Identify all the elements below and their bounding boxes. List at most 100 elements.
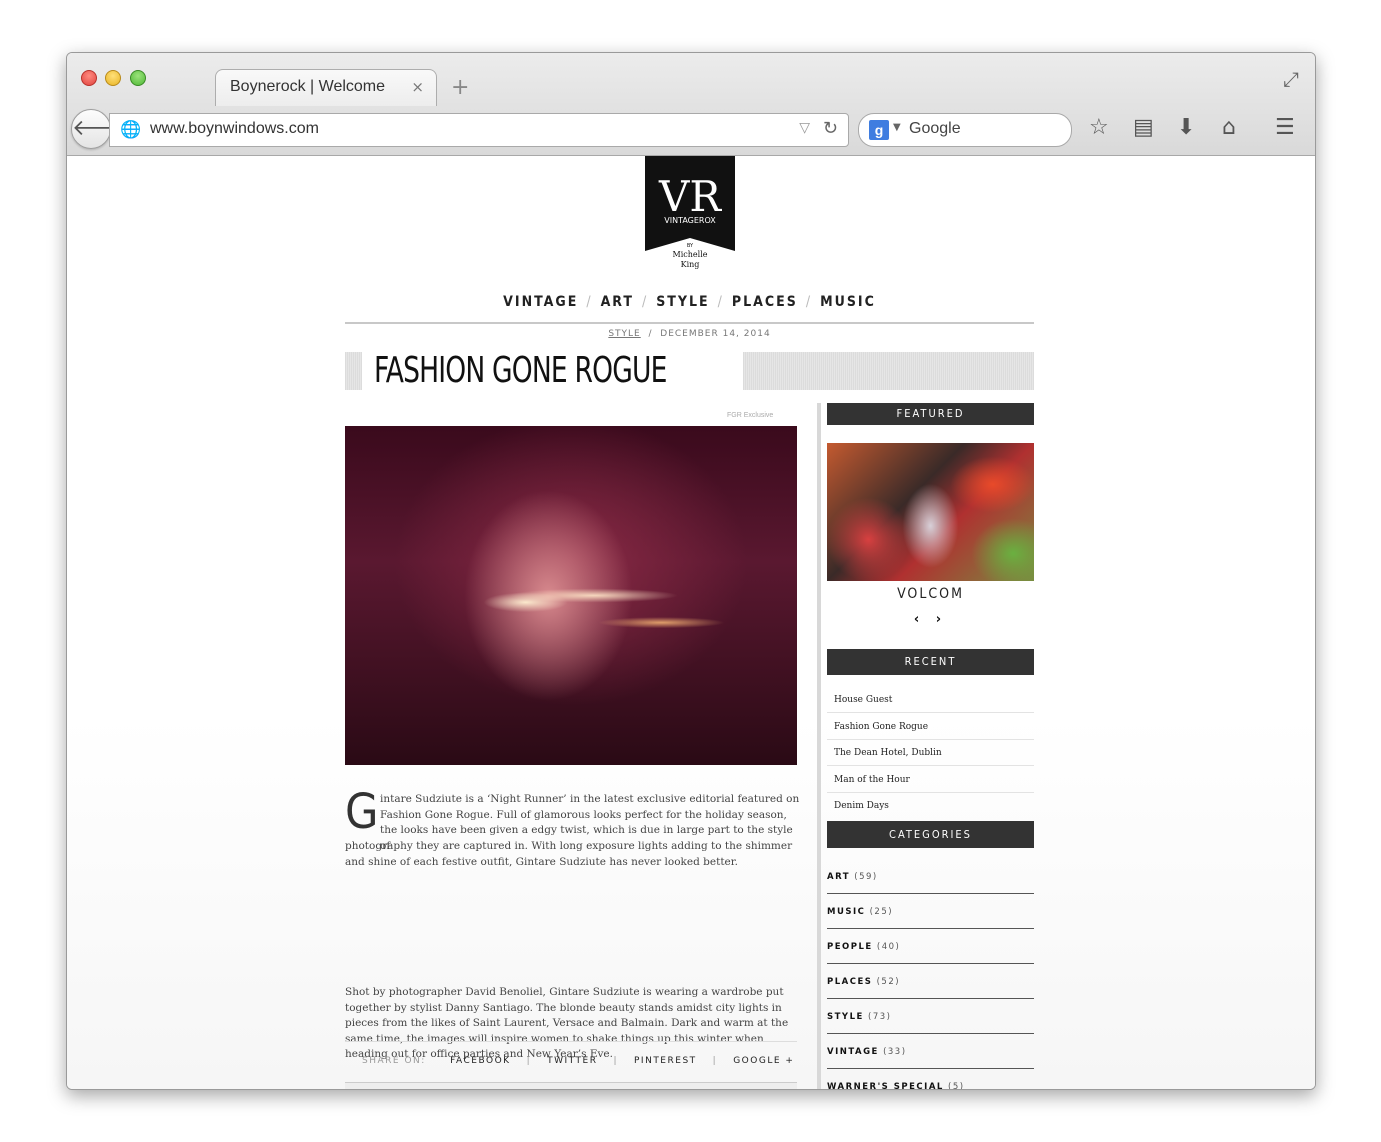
next-arrow-icon[interactable]: › [936, 612, 947, 627]
image-credit: FGR Exclusive [727, 412, 774, 419]
share-pinterest-link[interactable]: PINTEREST [634, 1056, 697, 1066]
nav-separator: / [717, 294, 724, 310]
nav-style[interactable]: STYLE [656, 294, 709, 310]
recent-item-label[interactable]: House Guest [834, 695, 892, 705]
sidebar-divider [817, 403, 821, 1089]
nav-art[interactable]: ART [601, 294, 634, 310]
nav-divider [345, 322, 1034, 324]
new-tab-button[interactable]: + [451, 75, 469, 100]
share-google-link[interactable]: GOOGLE + [733, 1056, 794, 1066]
google-engine-icon[interactable]: g [869, 120, 889, 140]
search-bar[interactable]: g ▼ Google [858, 113, 1072, 147]
category-item-places[interactable]: PLACES (52) [827, 964, 1034, 999]
recent-item-label[interactable]: Fashion Gone Rogue [834, 722, 928, 732]
share-twitter-link[interactable]: TWITTER [547, 1056, 597, 1066]
article-title: FASHION GONE ROGUE [374, 350, 667, 391]
article-paragraph-2: Shot by photographer David Benoliel, Gin… [345, 986, 789, 1061]
engine-dropdown-icon[interactable]: ▼ [893, 122, 901, 133]
url-bar[interactable]: 🌐 www.boynwindows.com ▽ ↻ [109, 113, 849, 147]
recent-item[interactable]: House Guest [827, 686, 1034, 713]
star-icon[interactable]: ☆ [1089, 115, 1109, 140]
article-meta: STYLE / DECEMBER 14, 2014 [345, 329, 1034, 339]
share-separator: | [526, 1056, 532, 1066]
share-separator: | [613, 1056, 618, 1066]
nav-separator: / [805, 294, 813, 310]
share-label: SHARE ON: [362, 1056, 426, 1066]
featured-image[interactable] [827, 443, 1034, 581]
category-count: (33) [883, 1047, 907, 1057]
article-category-link[interactable]: STYLE [608, 329, 640, 339]
dropdown-arrow-icon[interactable]: ▽ [799, 120, 810, 136]
categories-heading: CATEGORIES [827, 821, 1034, 848]
category-item-people[interactable]: PEOPLE (40) [827, 929, 1034, 964]
nav-places[interactable]: PLACES [732, 294, 798, 310]
featured-title[interactable]: VOLCOM [827, 586, 1034, 602]
menu-icon[interactable]: ☰ [1275, 115, 1295, 140]
logo-initials: VR [658, 172, 722, 221]
close-window-button[interactable] [81, 70, 97, 86]
recent-item[interactable]: Man of the Hour [827, 766, 1034, 793]
recent-item[interactable]: The Dean Hotel, Dublin [827, 739, 1034, 766]
recent-item-label[interactable]: The Dean Hotel, Dublin [834, 748, 942, 758]
category-item-music[interactable]: MUSIC (25) [827, 894, 1034, 929]
category-item-art[interactable]: ART (59) [827, 859, 1034, 894]
share-bar: SHARE ON: FACEBOOK | TWITTER | PINTEREST | GOO… [362, 1056, 794, 1066]
search-input[interactable]: Google [909, 120, 961, 138]
featured-pager: ‹ › [827, 612, 1034, 627]
share-divider [345, 1041, 797, 1042]
article-dropcap: G [345, 784, 379, 840]
logo-author-first: Michelle [673, 250, 708, 259]
meta-separator: / [648, 329, 653, 339]
category-item-warners-special[interactable]: WARNER'S SPECIAL (5) [827, 1069, 1034, 1089]
article-date: DECEMBER 14, 2014 [660, 329, 771, 339]
logo-author-last: King [681, 260, 700, 269]
article-hero-image[interactable] [345, 426, 797, 765]
tab-close-icon[interactable]: × [411, 78, 424, 96]
category-name[interactable]: WARNER'S SPECIAL [827, 1082, 944, 1089]
minimize-window-button[interactable] [105, 70, 121, 86]
vintagerox-logo[interactable]: VR VINTAGEROX BY Michelle King [645, 156, 735, 274]
category-name[interactable]: ART [827, 872, 850, 882]
category-count: (5) [948, 1082, 965, 1090]
zoom-window-button[interactable] [130, 70, 146, 86]
main-nav: VINTAGE / ART / STYLE / PLACES / MUSIC [345, 294, 1034, 310]
comment-box[interactable] [345, 1082, 797, 1089]
category-count: (52) [876, 977, 901, 987]
share-facebook-link[interactable]: FACEBOOK [450, 1056, 510, 1066]
recent-item-label[interactable]: Denim Days [834, 801, 889, 811]
article-paragraph-1-end: photography they are captured in. With l… [345, 840, 793, 868]
category-item-vintage[interactable]: VINTAGE (33) [827, 1034, 1034, 1069]
nav-separator: / [641, 294, 649, 310]
tab-title: Boynerock | Welcome [230, 78, 386, 95]
nav-vintage[interactable]: VINTAGE [503, 294, 578, 310]
title-box: FASHION GONE ROGUE [362, 348, 743, 394]
tab-active[interactable]: Boynerock | Welcome × [215, 69, 437, 106]
recent-item[interactable]: Fashion Gone Rogue [827, 713, 1034, 740]
reload-icon[interactable]: ↻ [823, 118, 838, 139]
category-name[interactable]: VINTAGE [827, 1047, 879, 1057]
category-name[interactable]: PEOPLE [827, 942, 873, 952]
back-button[interactable]: 🡐 [71, 109, 131, 149]
category-name[interactable]: STYLE [827, 1012, 864, 1022]
recent-item[interactable]: Denim Days [827, 792, 1034, 818]
nav-music[interactable]: MUSIC [820, 294, 876, 310]
browser-chrome: Boynerock | Welcome × + ⤢ 🡐 🌐 www.boynwi… [67, 53, 1315, 156]
recent-item-label[interactable]: Man of the Hour [834, 775, 910, 785]
category-item-style[interactable]: STYLE (73) [827, 999, 1034, 1034]
featured-heading: FEATURED [827, 403, 1034, 425]
category-count: (73) [868, 1012, 892, 1022]
share-separator: | [712, 1056, 718, 1066]
category-name[interactable]: PLACES [827, 977, 872, 987]
category-count: (25) [869, 907, 894, 917]
url-text[interactable]: www.boynwindows.com [150, 120, 319, 138]
logo-by: BY [687, 243, 694, 249]
category-count: (40) [876, 942, 901, 952]
download-icon[interactable]: ⬇ [1177, 115, 1195, 140]
fullscreen-icon[interactable]: ⤢ [1283, 67, 1299, 91]
prev-arrow-icon[interactable]: ‹ [914, 612, 925, 627]
nav-separator: / [586, 294, 593, 310]
home-icon[interactable]: ⌂ [1222, 115, 1236, 140]
reading-list-icon[interactable]: ▤ [1133, 115, 1154, 140]
category-name[interactable]: MUSIC [827, 907, 865, 917]
browser-window: Boynerock | Welcome × + ⤢ 🡐 🌐 www.boynwi… [66, 52, 1316, 1090]
